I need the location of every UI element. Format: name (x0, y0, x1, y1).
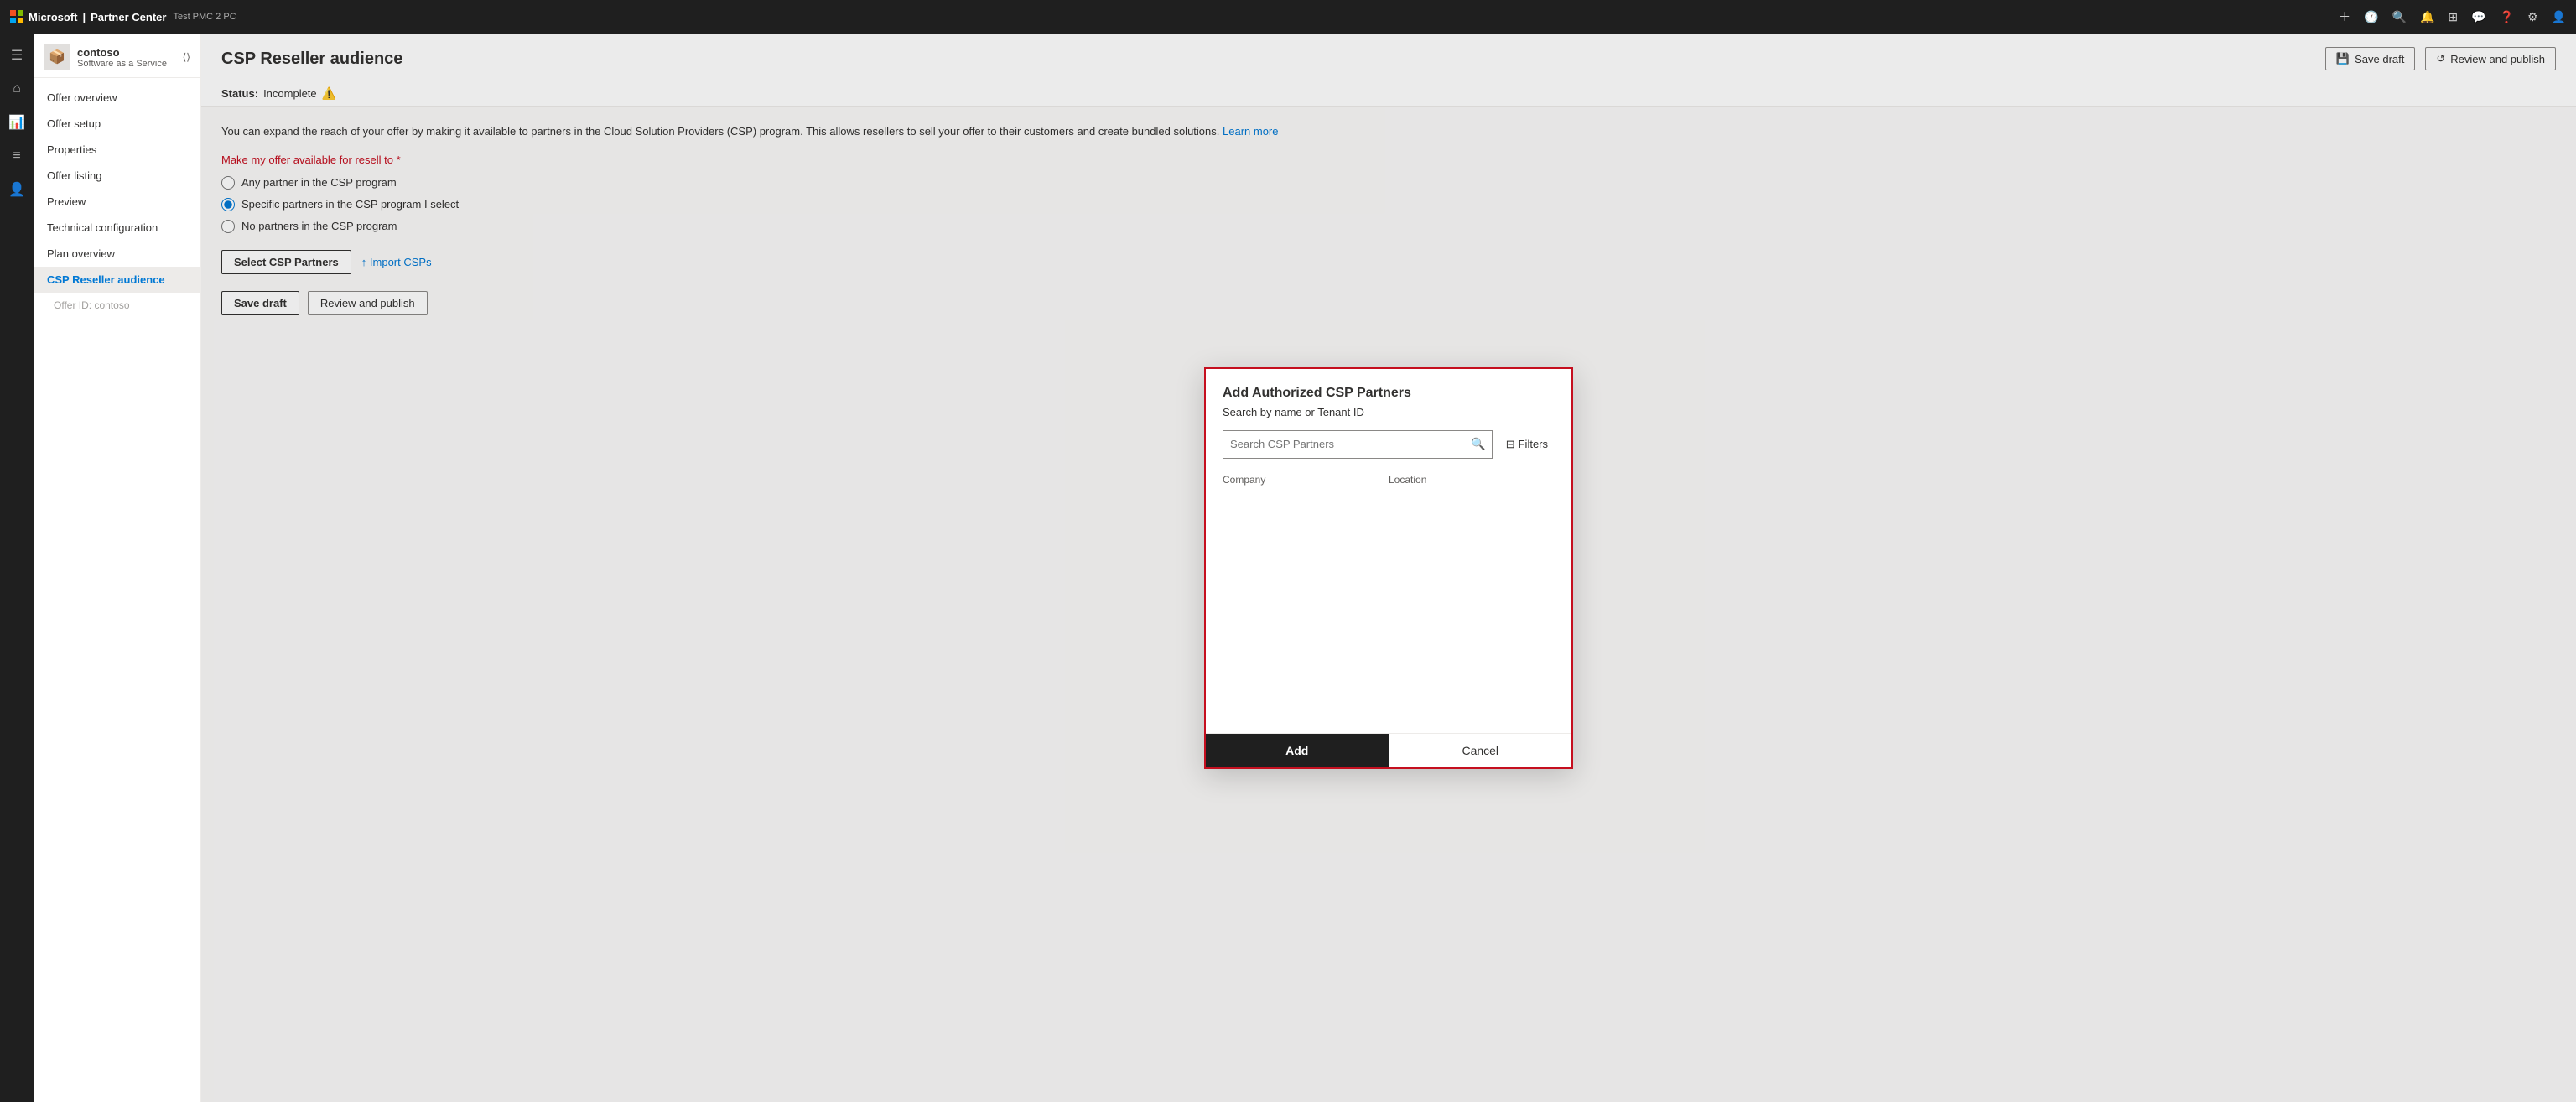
sidebar-item-plan-overview[interactable]: Plan overview (34, 241, 200, 267)
sidebar-item-offer-overview[interactable]: Offer overview (34, 85, 200, 111)
ms-brand: Microsoft (29, 11, 78, 23)
sidebar-company-type: Software as a Service (77, 59, 167, 69)
ms-logo-squares (10, 10, 23, 23)
sidebar-company-info: contoso Software as a Service (77, 46, 167, 69)
csp-search-button[interactable]: 🔍 (1465, 431, 1492, 458)
modal-title: Add Authorized CSP Partners (1223, 386, 1555, 401)
top-bar-right: ＋ 🕐 🔍 🔔 ⊞ 💬 ❓ ⚙ 👤 (2339, 8, 2566, 25)
apps-icon[interactable]: ⊞ (2448, 10, 2458, 24)
sidebar-expand-icon[interactable]: ⟨⟩ (183, 51, 190, 63)
sidebar-item-technical-configuration[interactable]: Technical configuration (34, 215, 200, 241)
main-content: CSP Reseller audience 💾 Save draft ↺ Rev… (201, 34, 2576, 1102)
icon-rail: ☰ ⌂ 📊 ≡ 👤 (0, 34, 34, 1102)
table-body (1223, 491, 1555, 726)
top-bar-product: Partner Center (91, 11, 166, 23)
search-row: 🔍 ⊟ Filters (1223, 430, 1555, 459)
search-icon[interactable]: 🔍 (2392, 10, 2407, 24)
modal-cancel-button[interactable]: Cancel (1389, 734, 1572, 767)
sidebar-item-offer-listing[interactable]: Offer listing (34, 163, 200, 189)
settings-icon[interactable]: ⚙ (2527, 10, 2538, 24)
clock-icon[interactable]: 🕐 (2364, 10, 2378, 24)
table-header: Company Location (1223, 469, 1555, 491)
col-company-header: Company (1223, 474, 1389, 486)
app-shell: ☰ ⌂ 📊 ≡ 👤 📦 contoso Software as a Servic… (0, 34, 2576, 1102)
sidebar: 📦 contoso Software as a Service ⟨⟩ Offer… (34, 34, 201, 1102)
sidebar-item-offer-id: Offer ID: contoso (34, 293, 200, 318)
rail-list-icon[interactable]: ≡ (2, 141, 32, 171)
csp-search-input[interactable] (1223, 433, 1465, 455)
rail-person-icon[interactable]: 👤 (2, 174, 32, 205)
modal-footer: Add Cancel (1206, 733, 1571, 767)
modal-subtitle: Search by name or Tenant ID (1223, 406, 1555, 418)
chat-icon[interactable]: 💬 (2471, 10, 2485, 24)
top-bar-left: Microsoft | Partner Center Test PMC 2 PC (10, 10, 236, 23)
rail-chart-icon[interactable]: 📊 (2, 107, 32, 138)
sidebar-header: 📦 contoso Software as a Service ⟨⟩ (34, 34, 200, 78)
filter-icon: ⊟ (1506, 438, 1515, 451)
sidebar-item-properties[interactable]: Properties (34, 137, 200, 163)
avatar-icon[interactable]: 👤 (2552, 10, 2566, 24)
top-bar: Microsoft | Partner Center Test PMC 2 PC… (0, 0, 2576, 34)
col-location-header: Location (1389, 474, 1555, 486)
filters-label: Filters (1519, 438, 1548, 450)
sidebar-app-icon: 📦 (44, 44, 70, 70)
modal-add-button[interactable]: Add (1206, 734, 1389, 767)
ms-logo: Microsoft | Partner Center (10, 10, 166, 23)
rail-home-icon[interactable]: ☰ (2, 40, 32, 70)
search-box: 🔍 (1223, 430, 1493, 459)
sidebar-nav: Offer overview Offer setup Properties Of… (34, 78, 200, 1102)
sidebar-item-preview[interactable]: Preview (34, 189, 200, 215)
sidebar-item-offer-setup[interactable]: Offer setup (34, 111, 200, 137)
modal-body: Add Authorized CSP Partners Search by na… (1206, 369, 1571, 726)
modal-overlay: Add Authorized CSP Partners Search by na… (201, 34, 2576, 1102)
filters-button[interactable]: ⊟ Filters (1499, 434, 1555, 455)
modal-add-csp: Add Authorized CSP Partners Search by na… (1204, 367, 1573, 769)
sidebar-item-csp-reseller-audience[interactable]: CSP Reseller audience (34, 267, 200, 293)
rail-home2-icon[interactable]: ⌂ (2, 74, 32, 104)
sidebar-company-name: contoso (77, 46, 167, 59)
plus-icon[interactable]: ＋ (2339, 8, 2350, 25)
top-bar-separator: | (83, 11, 86, 23)
question-icon[interactable]: ❓ (2500, 10, 2514, 24)
bell-icon[interactable]: 🔔 (2420, 10, 2434, 24)
top-bar-env: Test PMC 2 PC (173, 12, 236, 22)
